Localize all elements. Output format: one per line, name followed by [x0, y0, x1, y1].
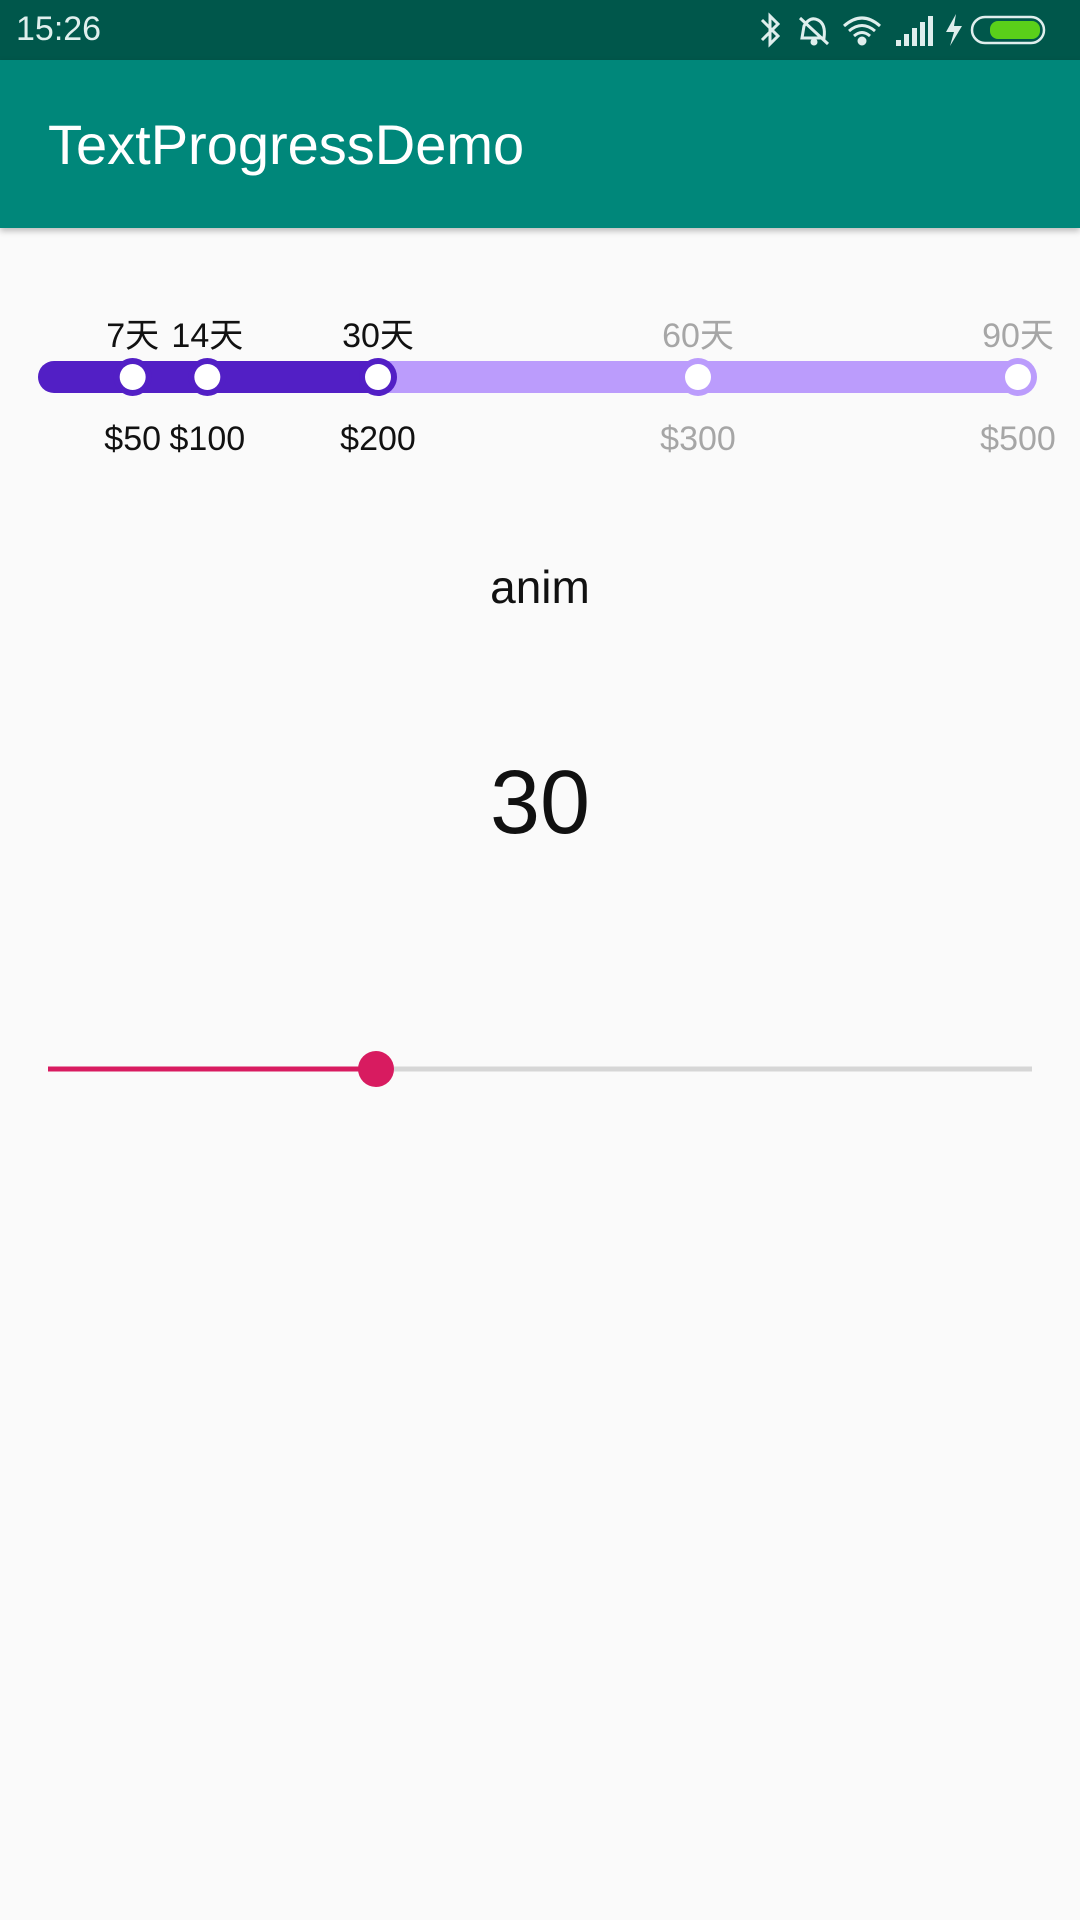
app-title: TextProgressDemo — [48, 113, 525, 176]
progress-node-days-label: 14天 — [171, 317, 244, 355]
progress-node-price-label: $500 — [980, 420, 1056, 458]
progress-node — [685, 364, 711, 390]
seekbar[interactable] — [48, 1048, 1032, 1090]
progress-value: 30 — [489, 753, 591, 853]
progress-node-days-label: 60天 — [662, 317, 734, 355]
battery-icon — [970, 15, 1046, 45]
status-bar: 15:26 — [0, 0, 1080, 60]
seekbar-thumb[interactable] — [358, 1051, 394, 1087]
silent-alarm-icon — [798, 16, 830, 46]
text-progress-track — [38, 358, 1037, 396]
progress-node-price-label: $200 — [340, 420, 416, 458]
bluetooth-icon — [760, 12, 781, 48]
progress-node — [194, 364, 221, 390]
charging-icon — [946, 14, 962, 46]
progress-node — [119, 364, 146, 390]
wifi-icon — [843, 16, 881, 46]
app-bar: TextProgressDemo — [0, 60, 1080, 228]
progress-node-days-label: 90天 — [982, 317, 1054, 355]
progress-node-price-label: $100 — [169, 420, 246, 458]
progress-node — [1005, 364, 1031, 390]
progress-node-days-label: 7天 — [106, 317, 160, 355]
progress-node — [365, 364, 391, 390]
progress-node-days-label: 30天 — [342, 317, 414, 355]
progress-node-price-label: $50 — [104, 420, 162, 458]
anim-button[interactable]: anim — [0, 560, 1080, 614]
status-icons — [760, 12, 1046, 48]
status-time: 15:26 — [16, 10, 102, 48]
progress-node-price-label: $300 — [660, 420, 736, 458]
signal-icon — [896, 16, 933, 46]
text-progress-bar: 7天 $50 14天 $100 30天 $200 60天 $300 90天 $500 — [0, 290, 1080, 470]
